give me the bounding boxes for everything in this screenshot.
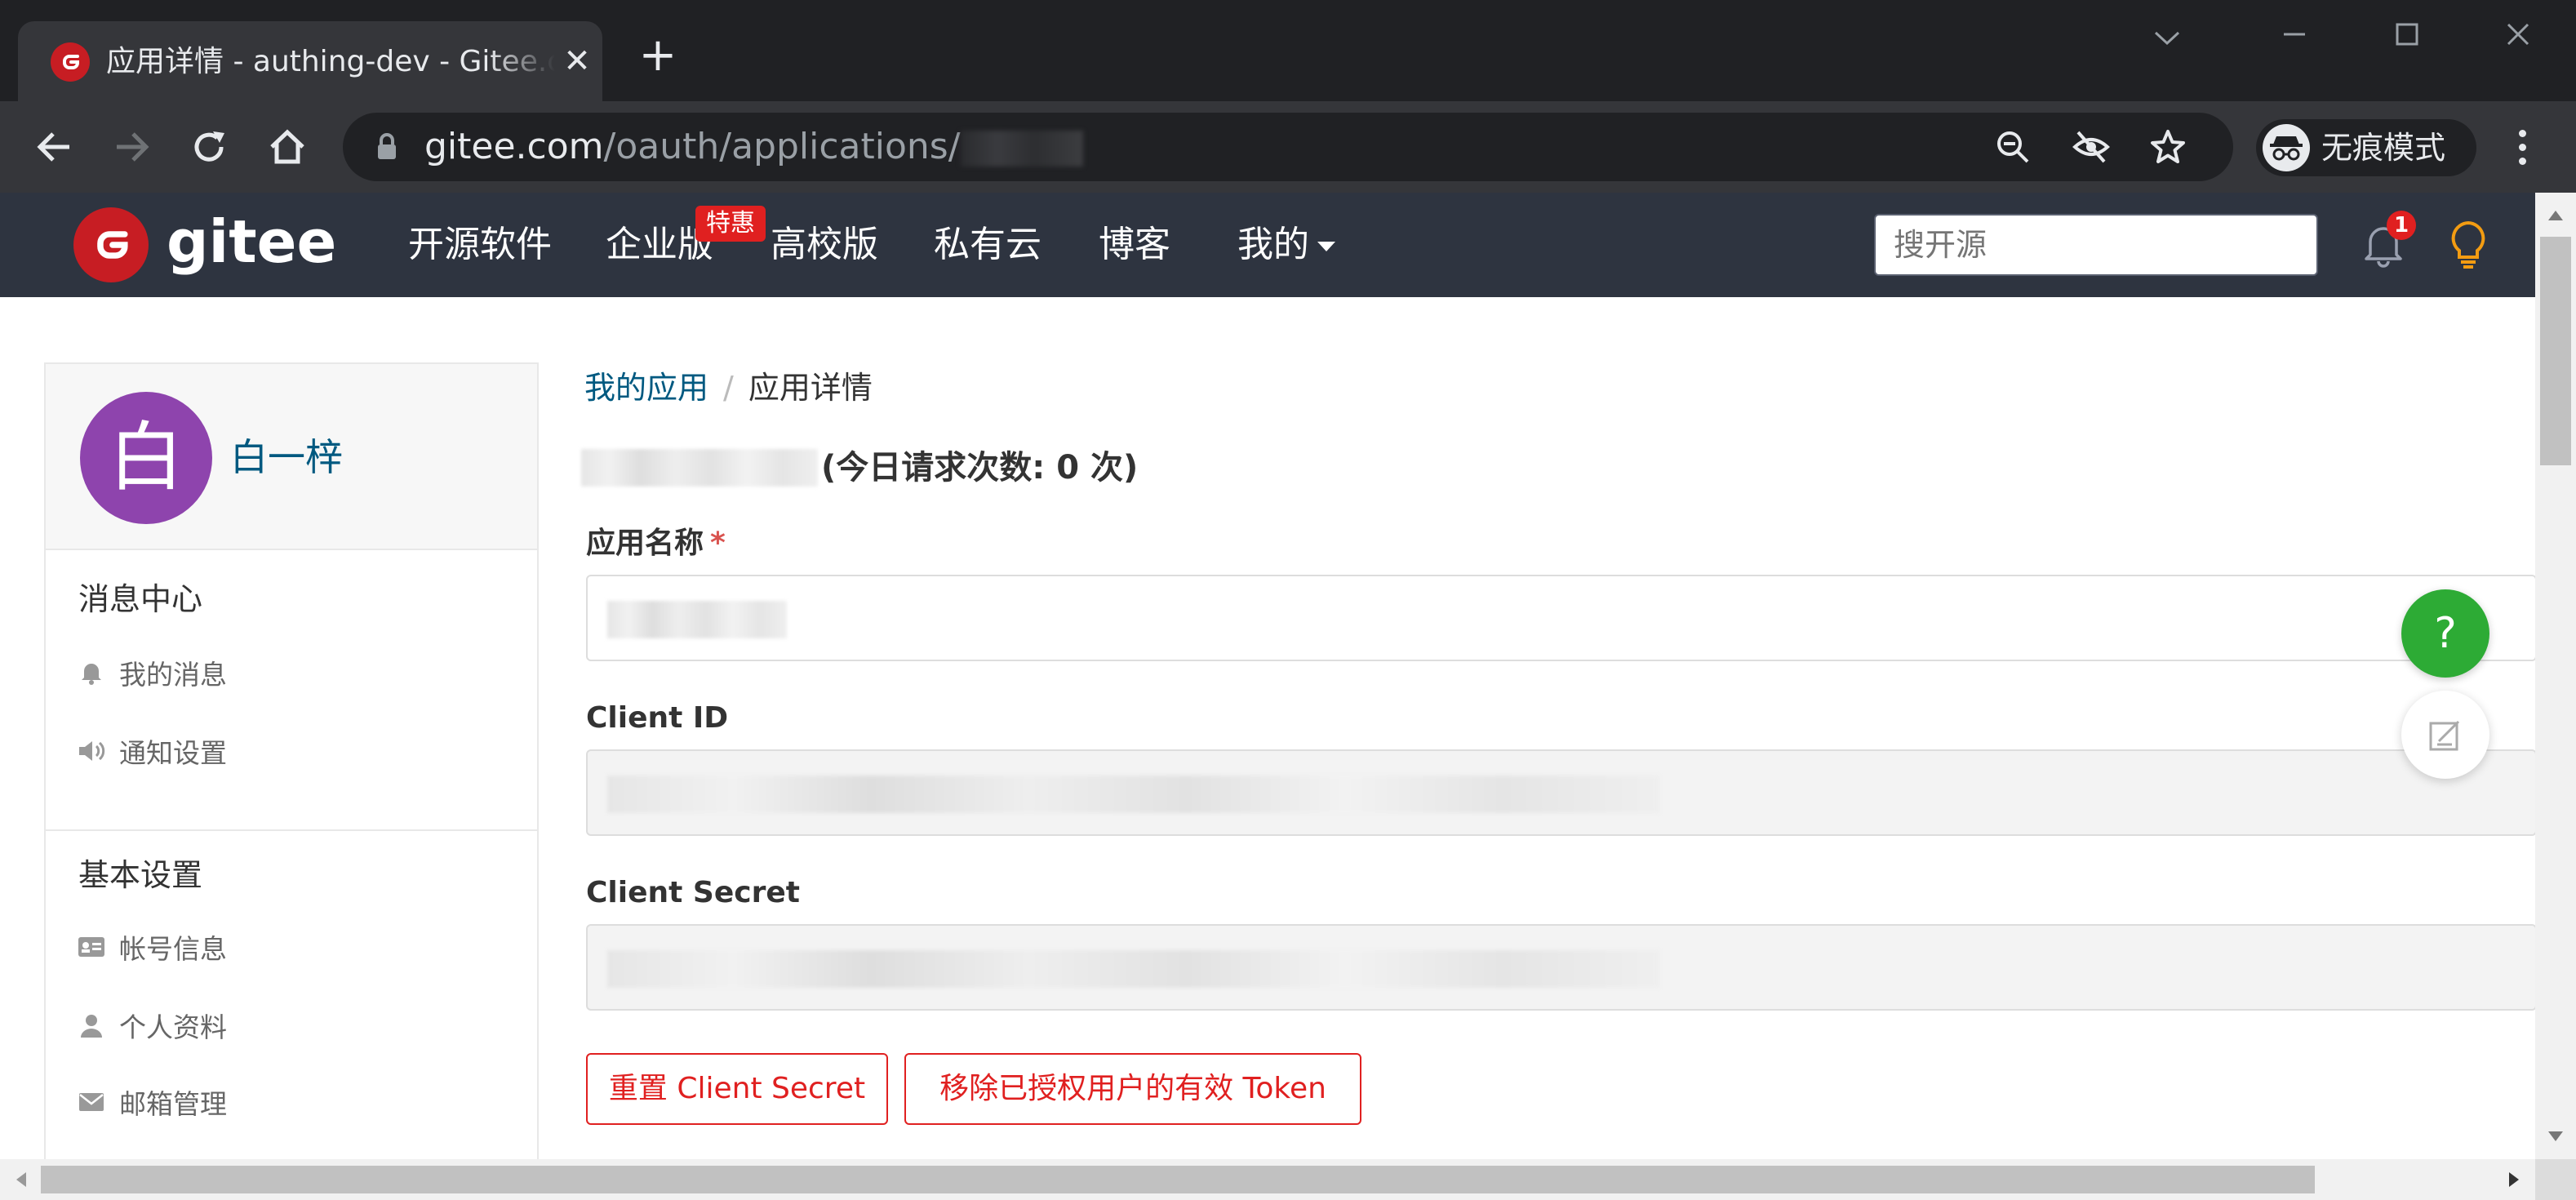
sidebar-item-profile[interactable]: 个人资料 [73, 1001, 227, 1050]
gitee-favicon-icon [51, 42, 90, 82]
url-host: gitee.com [424, 126, 604, 167]
nav-mine-label: 我的 [1237, 224, 1309, 265]
sidebar-item-label: 通知设置 [119, 737, 227, 769]
vertical-scroll-thumb[interactable] [2540, 237, 2571, 465]
caret-down-icon [1317, 242, 1335, 251]
tab-search-icon[interactable] [2130, 11, 2204, 60]
section-title-messages: 消息中心 [78, 581, 203, 617]
app-name-input[interactable] [586, 575, 2537, 661]
nav-education[interactable]: 高校版 [771, 220, 878, 269]
browser-tabstrip: 应用详情 - authing-dev - Gitee.com ✕ + [0, 0, 2576, 101]
client-id-label: Client ID [586, 701, 729, 735]
browser-tab[interactable]: 应用详情 - authing-dev - Gitee.com ✕ [18, 21, 602, 101]
section-title-basic-settings: 基本设置 [78, 857, 203, 893]
promo-badge: 特惠 [695, 206, 766, 242]
browser-toolbar: gitee.com/oauth/applications/ 无痕模式 [0, 101, 2576, 193]
nav-mine-dropdown[interactable]: 我的 [1237, 220, 1335, 269]
redacted-app-title [581, 449, 818, 487]
gitee-logo-text[interactable]: gitee [167, 201, 336, 282]
incognito-icon [2263, 124, 2310, 171]
url-text: gitee.com/oauth/applications/ [424, 122, 1083, 171]
redacted-app-id [960, 131, 1083, 167]
gitee-logo-icon[interactable] [73, 207, 149, 282]
feedback-edit-icon[interactable] [2401, 691, 2489, 779]
url-path: /oauth/applications/ [603, 126, 961, 167]
sidebar-item-label: 我的消息 [119, 659, 227, 691]
reload-icon[interactable] [184, 122, 233, 171]
scrollbar-corner [2535, 1159, 2576, 1200]
breadcrumb-separator: / [723, 370, 734, 406]
tab-close-icon[interactable]: ✕ [557, 41, 597, 82]
tab-title: 应用详情 - authing-dev - Gitee.com [106, 45, 555, 78]
id-card-icon [73, 931, 109, 963]
breadcrumb-current: 应用详情 [748, 370, 873, 406]
nav-private-cloud[interactable]: 私有云 [934, 220, 1042, 269]
site-search-input[interactable] [1874, 214, 2318, 276]
sidebar-divider [46, 829, 537, 831]
horizontal-scroll-thumb[interactable] [41, 1166, 2315, 1193]
incognito-indicator[interactable]: 无痕模式 [2256, 119, 2476, 176]
nav-blog[interactable]: 博客 [1099, 220, 1170, 269]
settings-sidebar: 白 白一梓 消息中心 我的消息 通知设置 基本设置 帐号信息 个人资料 邮箱管理 [44, 362, 539, 1179]
bell-icon [73, 656, 109, 689]
scroll-down-icon[interactable] [2535, 1120, 2576, 1153]
home-icon[interactable] [263, 122, 312, 171]
redacted-client-secret [607, 950, 1660, 988]
client-secret-label: Client Secret [586, 876, 800, 909]
scroll-up-icon[interactable] [2535, 199, 2576, 232]
redacted-app-name [607, 601, 787, 638]
megaphone-icon [73, 735, 109, 767]
back-arrow-icon[interactable] [29, 122, 78, 171]
notification-count-badge: 1 [2387, 211, 2416, 240]
sidebar-item-notification-settings[interactable]: 通知设置 [73, 727, 227, 776]
horizontal-scrollbar[interactable] [0, 1159, 2535, 1200]
bookmark-star-icon[interactable] [2143, 122, 2192, 171]
lock-icon[interactable] [372, 132, 402, 162]
user-icon [73, 1009, 109, 1042]
reset-client-secret-button[interactable]: 重置 Client Secret [586, 1053, 888, 1125]
sidebar-item-label: 帐号信息 [119, 933, 227, 965]
request-count-stat: (今日请求次数: 0 次) [821, 449, 1139, 487]
scroll-right-icon[interactable] [2498, 1159, 2530, 1200]
nav-open-source[interactable]: 开源软件 [408, 220, 552, 269]
redacted-client-id [607, 776, 1660, 813]
maximize-button[interactable] [2370, 11, 2444, 60]
sidebar-item-account-info[interactable]: 帐号信息 [73, 922, 227, 971]
minimize-button[interactable] [2258, 11, 2331, 60]
required-mark: * [710, 527, 726, 560]
eye-off-icon[interactable] [2067, 122, 2116, 171]
close-window-button[interactable] [2481, 11, 2555, 60]
new-tab-button[interactable]: + [633, 33, 682, 82]
address-bar[interactable]: gitee.com/oauth/applications/ [343, 113, 2233, 181]
sidebar-item-label: 个人资料 [119, 1011, 227, 1043]
app-name-label-text: 应用名称 [586, 527, 704, 560]
sidebar-item-my-messages[interactable]: 我的消息 [73, 648, 227, 697]
breadcrumb-my-apps[interactable]: 我的应用 [584, 370, 708, 406]
envelope-icon [73, 1086, 109, 1118]
lightbulb-icon[interactable] [2442, 217, 2494, 273]
avatar[interactable]: 白 [80, 392, 212, 524]
sidebar-item-email[interactable]: 邮箱管理 [73, 1078, 227, 1127]
app-name-label: 应用名称 * [586, 519, 726, 568]
site-header: gitee 开源软件 企业版 特惠 高校版 私有云 博客 我的 1 [0, 193, 2535, 297]
client-secret-field[interactable] [586, 924, 2537, 1011]
browser-menu-icon[interactable] [2506, 122, 2538, 171]
incognito-label: 无痕模式 [2321, 130, 2446, 166]
app-detail-panel: 我的应用 / 应用详情 (今日请求次数: 0 次) 应用名称 * Client ID … [581, 359, 2537, 1176]
sidebar-item-label: 邮箱管理 [119, 1088, 227, 1120]
profile-name[interactable]: 白一梓 [230, 433, 343, 482]
help-button[interactable]: ? [2401, 589, 2489, 678]
forward-arrow-icon[interactable] [108, 122, 157, 171]
profile-card: 白 白一梓 [46, 364, 537, 550]
breadcrumb: 我的应用 / 应用详情 [584, 359, 873, 416]
revoke-tokens-button[interactable]: 移除已授权用户的有效 Token [904, 1053, 1361, 1125]
client-id-field[interactable] [586, 749, 2537, 836]
zoom-out-icon[interactable] [1988, 122, 2037, 171]
scroll-left-icon[interactable] [5, 1159, 38, 1200]
vertical-scrollbar[interactable] [2535, 193, 2576, 1159]
